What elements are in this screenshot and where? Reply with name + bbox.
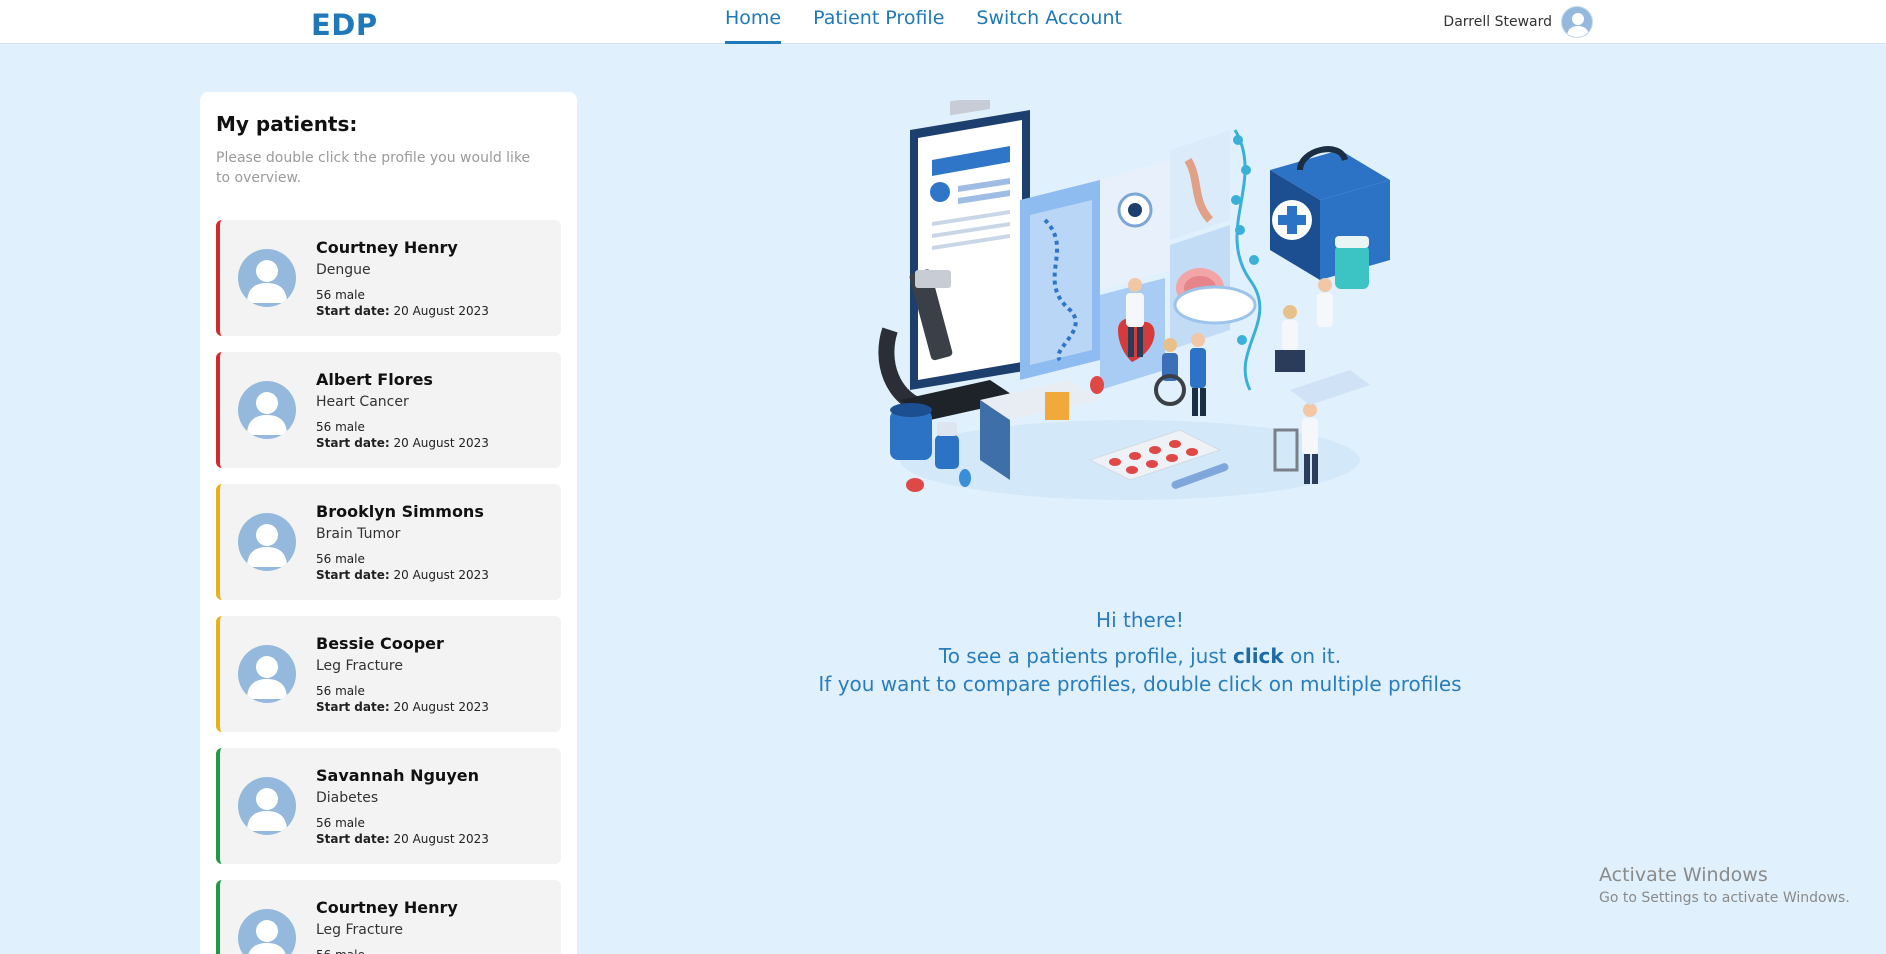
patient-condition: Diabetes — [316, 790, 379, 806]
instruction-prefix: To see a patients profile, just — [938, 644, 1227, 668]
welcome-message: Hi there! To see a patients profile, jus… — [780, 608, 1500, 696]
start-date-value: 20 August 2023 — [393, 700, 489, 714]
patient-info: Courtney Henry Dengue 56 male Start date: 2… — [316, 238, 489, 319]
welcome-instruction-1: To see a patients profile, just click on… — [780, 644, 1500, 668]
patient-condition: Heart Cancer — [316, 394, 409, 410]
patient-card[interactable]: Brooklyn Simmons Brain Tumor 56 male Start … — [216, 484, 561, 600]
patient-avatar-icon — [238, 909, 296, 954]
panel-hint: Please double click the profile you woul… — [216, 150, 531, 186]
main-nav: Home Patient Profile Switch Account — [725, 0, 1122, 44]
welcome-greeting: Hi there! — [1096, 608, 1184, 632]
patient-avatar-icon — [238, 777, 296, 835]
user-avatar-icon[interactable] — [1561, 6, 1593, 38]
patient-start-date: Start date: 20 August 2023 — [316, 699, 489, 715]
start-date-label: Start date: — [316, 436, 390, 450]
start-date-value: 20 August 2023 — [393, 568, 489, 582]
start-date-label: Start date: — [316, 832, 390, 846]
first-aid-kit-icon — [1270, 146, 1390, 280]
patient-card[interactable]: Savannah Nguyen Diabetes 56 male Start date… — [216, 748, 561, 864]
patient-start-date: Start date: 20 August 2023 — [316, 435, 489, 451]
patient-start-date: Start date: 20 August 2023 — [316, 831, 489, 847]
patient-avatar-icon — [238, 249, 296, 307]
patient-info: Brooklyn Simmons Brain Tumor 56 male Start … — [316, 502, 489, 583]
patient-condition: Leg Fracture — [316, 658, 403, 674]
patient-start-date: Start date: 20 August 2023 — [316, 303, 489, 319]
patient-meta: 56 maleStart date: 20 August 2023 — [316, 419, 489, 451]
patient-condition: Leg Fracture — [316, 922, 403, 938]
patient-card[interactable]: Albert Flores Heart Cancer 56 male Start da… — [216, 352, 561, 468]
top-navigation-bar: EDP Home Patient Profile Switch Account … — [0, 0, 1886, 44]
nav-switch-account[interactable]: Switch Account — [976, 0, 1122, 44]
medical-illustration — [870, 94, 1390, 520]
patient-meta: 56 maleStart date: 20 August 2023 — [316, 815, 489, 847]
start-date-label: Start date: — [316, 700, 390, 714]
patient-condition: Dengue — [316, 262, 371, 278]
patient-name: Courtney Henry — [316, 898, 458, 917]
patient-name: Savannah Nguyen — [316, 766, 479, 785]
patient-card[interactable]: Bessie Cooper Leg Fracture 56 male Start da… — [216, 616, 561, 732]
patient-avatar-icon — [238, 381, 296, 439]
patient-meta: 56 maleStart date: 20 August 2023 — [316, 287, 489, 319]
patient-demographics: 56 male — [316, 947, 489, 954]
start-date-value: 20 August 2023 — [393, 436, 489, 450]
patient-name: Brooklyn Simmons — [316, 502, 484, 521]
patient-info: Courtney Henry Leg Fracture 56 maleStart d… — [316, 898, 489, 954]
watermark-title: Activate Windows — [1599, 864, 1768, 886]
app-logo[interactable]: EDP — [311, 8, 378, 42]
nav-home[interactable]: Home — [725, 0, 782, 44]
start-date-label: Start date: — [316, 568, 390, 582]
patient-start-date: Start date: 20 August 2023 — [316, 567, 489, 583]
patient-name: Albert Flores — [316, 370, 433, 389]
patient-list: Courtney Henry Dengue 56 male Start date: 2… — [216, 220, 561, 954]
patient-name: Bessie Cooper — [316, 634, 444, 653]
patient-info: Albert Flores Heart Cancer 56 male Start da… — [316, 370, 489, 451]
patient-avatar-icon — [238, 645, 296, 703]
patients-panel: My patients: Please double click the pro… — [200, 92, 577, 954]
patient-meta: 56 maleStart date: 20 August 2023 — [316, 683, 489, 715]
patient-demographics: 56 male — [316, 288, 365, 302]
patient-meta: 56 maleStart date: 20 August 2023 — [316, 947, 489, 954]
patient-card[interactable]: Courtney Henry Dengue 56 male Start date: 2… — [216, 220, 561, 336]
panel-title: My patients: — [216, 112, 358, 136]
patient-demographics: 56 male — [316, 420, 365, 434]
patient-name: Courtney Henry — [316, 238, 458, 257]
welcome-instruction-2: If you want to compare profiles, double … — [818, 672, 1462, 696]
start-date-value: 20 August 2023 — [393, 304, 489, 318]
start-date-value: 20 August 2023 — [393, 832, 489, 846]
patient-meta: 56 maleStart date: 20 August 2023 — [316, 551, 489, 583]
patient-avatar-icon — [238, 513, 296, 571]
patient-demographics: 56 male — [316, 684, 365, 698]
instruction-suffix: on it. — [1290, 644, 1342, 668]
user-menu[interactable]: Darrell Steward — [1443, 6, 1593, 38]
watermark-subtitle: Go to Settings to activate Windows. — [1599, 890, 1850, 906]
start-date-label: Start date: — [316, 304, 390, 318]
patient-card[interactable]: Courtney Henry Leg Fracture 56 maleStart d… — [216, 880, 561, 954]
user-name: Darrell Steward — [1443, 14, 1552, 30]
patient-demographics: 56 male — [316, 816, 365, 830]
patient-info: Bessie Cooper Leg Fracture 56 male Start da… — [316, 634, 489, 715]
patient-demographics: 56 male — [316, 552, 365, 566]
instruction-click: click — [1232, 644, 1284, 668]
patient-condition: Brain Tumor — [316, 526, 401, 542]
nav-patient-profile[interactable]: Patient Profile — [813, 0, 944, 44]
patient-info: Savannah Nguyen Diabetes 56 male Start date… — [316, 766, 489, 847]
windows-activation-watermark: Activate Windows Go to Settings to activ… — [1599, 864, 1850, 906]
clipboard-icon — [910, 94, 1030, 390]
